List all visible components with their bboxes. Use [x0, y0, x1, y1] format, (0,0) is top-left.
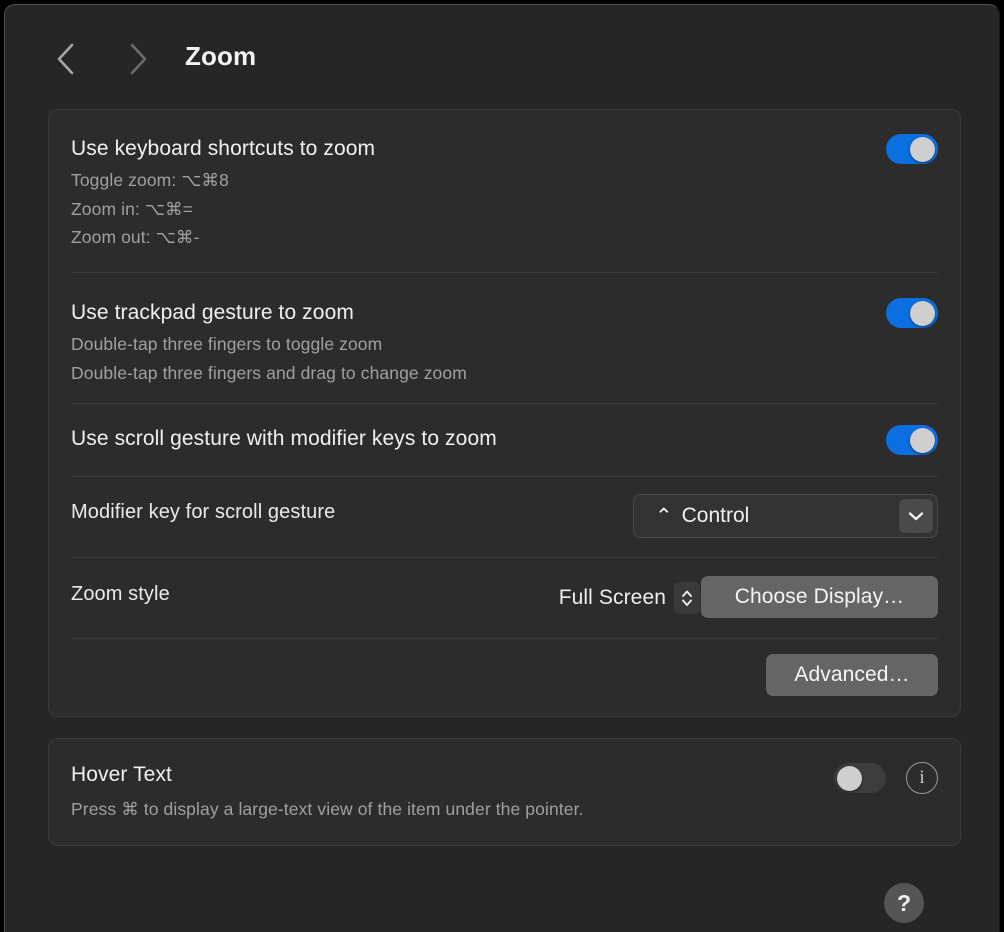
info-icon[interactable]: i [906, 762, 938, 794]
hover-text-group: Hover Text Press ⌘ to display a large-te… [48, 738, 961, 846]
modifier-key-dropdown[interactable]: ⌃ Control [633, 494, 938, 538]
keyboard-shortcuts-title: Use keyboard shortcuts to zoom [71, 137, 376, 160]
scroll-gesture-toggle[interactable] [886, 425, 938, 455]
trackpad-gesture-title: Use trackpad gesture to zoom [71, 301, 354, 324]
row-keyboard-shortcuts: Use keyboard shortcuts to zoom Toggle zo… [49, 110, 960, 273]
advanced-button[interactable]: Advanced… [766, 654, 938, 696]
up-down-chevron-icon[interactable] [674, 582, 700, 614]
hover-text-title: Hover Text [71, 763, 172, 786]
settings-window: Zoom Use keyboard shortcuts to zoom Togg… [4, 4, 1000, 932]
shortcut-zoom-in: Zoom in: ⌥⌘= [71, 198, 194, 219]
trackpad-gesture-details: Double-tap three fingers to toggle zoom … [71, 330, 467, 387]
forward-button[interactable] [118, 37, 158, 81]
toggle-knob [910, 300, 935, 326]
hover-text-description: Press ⌘ to display a large-text view of … [71, 799, 584, 819]
keyboard-shortcuts-toggle[interactable] [886, 134, 938, 164]
modifier-key-value-group: ⌃ Control [655, 495, 749, 537]
row-scroll-gesture: Use scroll gesture with modifier keys to… [49, 404, 960, 477]
row-zoom-style: Zoom style Full Screen Choose Display… [49, 558, 960, 639]
modifier-key-label: Modifier key for scroll gesture [71, 501, 336, 523]
shortcut-zoom-out: Zoom out: ⌥⌘- [71, 227, 200, 247]
chevron-left-icon [54, 42, 76, 76]
info-icon-label: i [919, 767, 925, 788]
toggle-knob [910, 136, 935, 162]
row-trackpad-gesture: Use trackpad gesture to zoom Double-tap … [49, 273, 960, 404]
chevron-right-icon [127, 42, 149, 76]
hover-text-toggle[interactable] [834, 763, 886, 793]
keyboard-shortcuts-details: Toggle zoom: ⌥⌘8 Zoom in: ⌥⌘= Zoom out: … [71, 166, 229, 252]
trackpad-gesture-toggle[interactable] [886, 298, 938, 328]
page-title: Zoom [185, 41, 257, 71]
zoom-settings-group: Use keyboard shortcuts to zoom Toggle zo… [48, 109, 961, 717]
advanced-label: Advanced… [794, 663, 910, 686]
shortcut-toggle-zoom: Toggle zoom: ⌥⌘8 [71, 170, 229, 190]
zoom-style-dropdown[interactable]: Full Screen [559, 579, 700, 617]
control-symbol-icon: ⌃ [655, 504, 673, 528]
zoom-style-label: Zoom style [71, 583, 170, 605]
row-advanced: Advanced… [49, 639, 960, 718]
back-button[interactable] [45, 37, 85, 81]
choose-display-label: Choose Display… [734, 585, 905, 608]
question-mark-icon: ? [896, 889, 912, 916]
zoom-style-value: Full Screen [558, 586, 666, 609]
row-modifier-key: Modifier key for scroll gesture ⌃ Contro… [49, 477, 960, 558]
choose-display-button[interactable]: Choose Display… [701, 576, 938, 618]
chevron-down-icon[interactable] [899, 499, 933, 533]
help-button[interactable]: ? [884, 883, 924, 923]
scroll-gesture-title: Use scroll gesture with modifier keys to… [71, 427, 497, 450]
toggle-knob [910, 427, 935, 453]
modifier-key-value: Control [681, 504, 750, 527]
trackpad-detail-toggle: Double-tap three fingers to toggle zoom [71, 334, 383, 354]
toggle-knob [836, 765, 862, 791]
trackpad-detail-drag: Double-tap three fingers and drag to cha… [71, 362, 467, 383]
toolbar: Zoom [5, 5, 999, 103]
